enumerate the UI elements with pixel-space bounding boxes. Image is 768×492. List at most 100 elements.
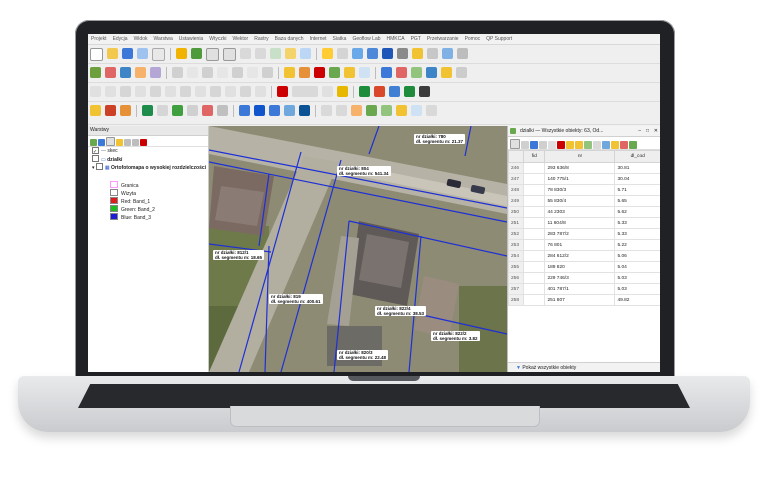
toggle-edit-icon[interactable]: [510, 139, 520, 149]
delete-feature-icon[interactable]: [557, 141, 565, 149]
column-header-dl-cod[interactable]: dl_cod: [614, 150, 660, 163]
table-cell[interactable]: 255: [508, 261, 524, 273]
minimize-icon[interactable]: –: [638, 126, 641, 136]
pin-labels-icon[interactable]: [299, 67, 310, 78]
menu-item-hmkca[interactable]: HMKCA: [384, 34, 408, 44]
offset-curve-icon[interactable]: [225, 86, 236, 97]
manage-themes-icon[interactable]: [106, 137, 115, 146]
delete-ring-icon[interactable]: [195, 86, 206, 97]
table-cell[interactable]: 254: [508, 250, 524, 262]
osm-icon[interactable]: [172, 105, 183, 116]
select-by-expression-icon[interactable]: [351, 105, 362, 116]
layer-visibility-checkbox[interactable]: ✓: [92, 147, 99, 155]
annotation-icon[interactable]: [412, 48, 423, 59]
save-as-icon[interactable]: [137, 48, 148, 59]
menu-item-vector[interactable]: Wektor: [229, 34, 251, 44]
arcgis-icon[interactable]: [299, 105, 310, 116]
table-cell[interactable]: 5.03: [614, 283, 660, 295]
table-cell[interactable]: 140 775/1: [544, 173, 616, 185]
table-cell[interactable]: 11 604/8: [544, 217, 616, 229]
table-row[interactable]: 256 229 746/3 5.03: [508, 272, 660, 284]
camera-icon[interactable]: [419, 86, 430, 97]
column-header-nr[interactable]: nr: [544, 150, 616, 163]
pan-to-selected-icon[interactable]: [620, 141, 628, 149]
statistics-icon[interactable]: [367, 48, 378, 59]
table-cell[interactable]: [522, 239, 546, 251]
menu-item-settings[interactable]: Ustawienia: [176, 34, 206, 44]
menu-item-raster[interactable]: Rastry: [251, 34, 271, 44]
redo-icon[interactable]: [105, 86, 116, 97]
table-row[interactable]: 247 140 775/1 30.04: [508, 173, 660, 185]
identify-icon[interactable]: [322, 48, 333, 59]
layer-properties-icon[interactable]: [90, 105, 101, 116]
fill-ring-icon[interactable]: [180, 86, 191, 97]
trace-icon[interactable]: [337, 86, 348, 97]
merge-features-icon[interactable]: [255, 86, 266, 97]
highlight-labels-icon[interactable]: [314, 67, 325, 78]
table-cell[interactable]: 284 612/2: [544, 250, 616, 262]
table-cell[interactable]: 55 830/4: [544, 195, 616, 207]
menu-item-edit[interactable]: Edycja: [110, 34, 131, 44]
zoom-full-icon[interactable]: [240, 48, 251, 59]
table-cell[interactable]: 256: [508, 272, 524, 284]
add-group-icon[interactable]: [98, 139, 105, 146]
menu-item-layer[interactable]: Warstwa: [150, 34, 175, 44]
table-row[interactable]: 254 284 612/2 5.06: [508, 250, 660, 262]
add-raster-layer-icon[interactable]: [105, 67, 116, 78]
menu-item-processing[interactable]: Przetwarzanie: [424, 34, 462, 44]
table-row[interactable]: 255 189 820 5.04: [508, 261, 660, 273]
wcs-icon[interactable]: [269, 105, 280, 116]
table-cell[interactable]: 5.62: [614, 206, 660, 218]
add-feature-icon[interactable]: [548, 141, 556, 149]
menu-item-geoflow[interactable]: Geoflow Lab: [349, 34, 383, 44]
table-cell[interactable]: 189 820: [544, 261, 616, 273]
zoom-layer-icon[interactable]: [255, 48, 266, 59]
move-label-icon[interactable]: [344, 67, 355, 78]
add-part-icon[interactable]: [165, 86, 176, 97]
layer-visibility-checkbox[interactable]: [92, 155, 99, 162]
table-row[interactable]: 248 78 830/3 5.71: [508, 184, 660, 196]
table-cell[interactable]: [522, 228, 546, 240]
add-delimited-text-icon[interactable]: [135, 67, 146, 78]
menu-item-help[interactable]: Pomoc: [462, 34, 484, 44]
column-header-fid[interactable]: fid: [522, 150, 546, 163]
table-row[interactable]: 253 76 801 5.22: [508, 239, 660, 251]
filter-select-icon[interactable]: [602, 141, 610, 149]
field-calculator-icon[interactable]: [336, 105, 347, 116]
style-icon[interactable]: [120, 105, 131, 116]
collapse-all-icon[interactable]: [132, 139, 139, 146]
label-icon[interactable]: [105, 105, 116, 116]
delete-selected-icon[interactable]: [217, 67, 228, 78]
table-cell[interactable]: 252: [508, 228, 524, 240]
map-tips-icon[interactable]: [397, 48, 408, 59]
zoom-to-selected-icon[interactable]: [629, 141, 637, 149]
snapping-dropdown[interactable]: [292, 86, 318, 97]
wfs-icon[interactable]: [239, 105, 250, 116]
menu-item-qp-support[interactable]: QP Support: [483, 34, 515, 44]
table-cell[interactable]: 253: [508, 239, 524, 251]
table-cell[interactable]: 257: [508, 283, 524, 295]
table-cell[interactable]: 248: [508, 184, 524, 196]
attribute-table-icon[interactable]: [321, 105, 332, 116]
table-cell[interactable]: 44 2303: [544, 206, 616, 218]
table-cell[interactable]: 249: [508, 195, 524, 207]
show-labels-icon[interactable]: [329, 67, 340, 78]
heatmap-icon[interactable]: [202, 105, 213, 116]
print-layout-icon[interactable]: [152, 48, 165, 61]
atlas-icon[interactable]: [217, 105, 228, 116]
table-cell[interactable]: 30.81: [614, 162, 660, 174]
table-cell[interactable]: [522, 162, 546, 174]
add-wms-layer-icon[interactable]: [120, 67, 131, 78]
menu-item-web[interactable]: Internet: [307, 34, 330, 44]
split-features-icon[interactable]: [240, 86, 251, 97]
table-cell[interactable]: 5.04: [614, 261, 660, 273]
topology-icon[interactable]: [322, 86, 333, 97]
zoom-out-icon[interactable]: [223, 48, 236, 61]
invert-selection-icon[interactable]: [584, 141, 592, 149]
menu-item-pgt[interactable]: PGT: [408, 34, 424, 44]
text-annotation-icon[interactable]: [427, 48, 438, 59]
add-postgis-layer-icon[interactable]: [150, 67, 161, 78]
toggle-editing-icon[interactable]: [172, 67, 183, 78]
layer-item-skec[interactable]: ✓ — skec: [88, 147, 208, 155]
temporal-icon[interactable]: [411, 105, 422, 116]
